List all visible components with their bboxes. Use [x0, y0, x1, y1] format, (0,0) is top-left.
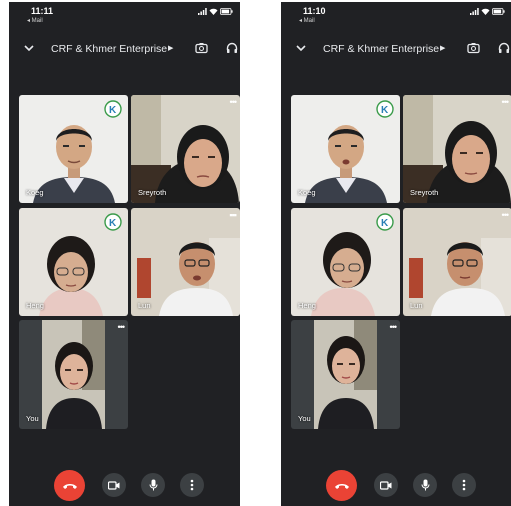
title-caret-icon: ▶ — [440, 45, 446, 52]
microphone-icon — [421, 479, 429, 491]
camera-switch-icon[interactable] — [195, 42, 208, 54]
more-vert-icon — [190, 479, 194, 491]
meeting-title[interactable]: CRF & Khmer Enterprise — [323, 43, 439, 55]
phone-screen-left: 11:11 ◂ Mail CRF & Khmer Enterprise ▶ K … — [9, 2, 240, 506]
participant-name: You — [298, 414, 311, 423]
svg-text:K: K — [109, 105, 117, 116]
participant-video — [403, 208, 511, 316]
svg-text:K: K — [381, 218, 389, 229]
more-options-icon[interactable]: ••• — [502, 97, 510, 107]
audio-level-icon: ▪▪▪ — [229, 210, 237, 220]
self-video — [314, 320, 377, 429]
call-controls — [281, 468, 511, 502]
more-options-icon[interactable]: ••• — [230, 97, 238, 107]
title-caret-icon: ▶ — [168, 45, 174, 52]
more-options-icon[interactable]: ••• — [390, 322, 398, 332]
participant-name: You — [26, 414, 39, 423]
chevron-down-icon[interactable] — [295, 42, 307, 54]
participant-video — [403, 95, 511, 203]
participant-name: Koeg — [298, 188, 316, 197]
participant-tile-lun[interactable]: ••• Lun — [403, 208, 511, 316]
back-to-mail-link[interactable]: ◂ Mail — [27, 17, 43, 24]
camera-icon — [380, 480, 392, 490]
meeting-title[interactable]: CRF & Khmer Enterprise — [51, 43, 167, 55]
back-to-mail-link[interactable]: ◂ Mail — [299, 17, 315, 24]
participant-name: Heng — [26, 301, 44, 310]
more-options-icon[interactable]: ••• — [502, 210, 510, 220]
signal-icon — [198, 8, 207, 15]
svg-text:K: K — [109, 218, 117, 229]
self-video — [42, 320, 105, 429]
participant-video — [131, 95, 240, 203]
status-icons — [198, 8, 233, 15]
signal-icon — [470, 8, 479, 15]
meeting-header: CRF & Khmer Enterprise ▶ — [9, 38, 240, 60]
participant-tile-heng[interactable]: K Heng — [291, 208, 400, 316]
svg-text:K: K — [381, 105, 389, 116]
end-call-icon — [62, 483, 77, 489]
participant-video — [131, 208, 240, 316]
camera-switch-icon[interactable] — [467, 42, 480, 54]
camera-toggle-button[interactable] — [102, 473, 126, 497]
self-view-tile[interactable]: ••• You — [291, 320, 400, 429]
headphones-icon[interactable] — [226, 42, 238, 54]
microphone-toggle-button[interactable] — [413, 473, 437, 497]
microphone-icon — [149, 479, 157, 491]
participant-name: Lun — [410, 301, 423, 310]
status-icons — [470, 8, 505, 15]
more-options-icon[interactable]: ••• — [118, 322, 126, 332]
wifi-icon — [481, 8, 490, 15]
participant-tile-heng[interactable]: K Heng — [19, 208, 128, 316]
status-time: 11:11 — [31, 6, 54, 16]
end-call-icon — [334, 483, 349, 489]
more-vert-icon — [462, 479, 466, 491]
camera-icon — [108, 480, 120, 490]
organization-logo: K — [104, 100, 122, 118]
call-controls — [9, 468, 240, 502]
organization-logo: K — [376, 213, 394, 231]
headphones-icon[interactable] — [498, 42, 510, 54]
organization-logo: K — [104, 213, 122, 231]
camera-toggle-button[interactable] — [374, 473, 398, 497]
wifi-icon — [209, 8, 218, 15]
participant-tile-koeg[interactable]: K Koeg — [19, 95, 128, 203]
organization-logo: K — [376, 100, 394, 118]
chevron-down-icon[interactable] — [23, 42, 35, 54]
participant-tile-sreyroth[interactable]: ••• Sreyroth — [403, 95, 511, 203]
participant-tile-lun[interactable]: ▪▪▪ Lun — [131, 208, 240, 316]
microphone-toggle-button[interactable] — [141, 473, 165, 497]
participant-name: Sreyroth — [410, 188, 439, 197]
self-view-tile[interactable]: ••• You — [19, 320, 128, 429]
participant-tile-koeg[interactable]: K Koeg — [291, 95, 400, 203]
battery-icon — [220, 8, 233, 15]
participant-tile-sreyroth[interactable]: ••• Sreyroth — [131, 95, 240, 203]
participant-name: Koeg — [26, 188, 44, 197]
more-options-button[interactable] — [180, 473, 204, 497]
participant-name: Heng — [298, 301, 316, 310]
end-call-button[interactable] — [326, 470, 357, 501]
meeting-header: CRF & Khmer Enterprise ▶ — [281, 38, 511, 60]
end-call-button[interactable] — [54, 470, 85, 501]
participant-name: Sreyroth — [138, 188, 167, 197]
phone-screen-right: 11:10 ◂ Mail CRF & Khmer Enterprise ▶ K … — [281, 2, 511, 506]
battery-icon — [492, 8, 505, 15]
participant-name: Lun — [138, 301, 151, 310]
more-options-button[interactable] — [452, 473, 476, 497]
status-time: 11:10 — [303, 6, 326, 16]
